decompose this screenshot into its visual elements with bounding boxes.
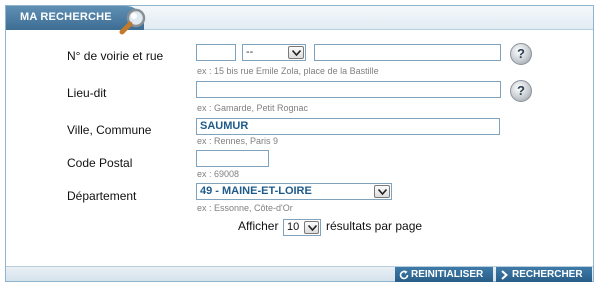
voirie-hint: ex : 15 bis rue Emile Zola, place de la … (197, 66, 379, 76)
lieudit-label: Lieu-dit (67, 86, 107, 100)
panel-title: MA RECHERCHE (20, 11, 112, 23)
per-page-suffix: résultats par page (326, 219, 423, 233)
codepostal-hint: ex : 69008 (197, 169, 240, 179)
per-page-select[interactable]: 10 (283, 219, 321, 236)
per-page-prefix: Afficher (238, 219, 279, 233)
panel-footer: REINITIALISER RECHERCHER (6, 266, 593, 282)
departement-label: Département (67, 189, 137, 203)
city-input[interactable]: SAUMUR (196, 118, 500, 135)
department-value: 49 - MAINE-ET-LOIRE (200, 185, 312, 197)
chevron-down-icon (304, 221, 319, 234)
departement-hint: ex : Essonne, Côte-d'Or (197, 203, 293, 213)
postal-code-input[interactable] (196, 150, 269, 167)
magnifier-icon (119, 7, 149, 35)
street-number-input[interactable] (196, 44, 236, 61)
street-suffix-select[interactable]: -- (242, 44, 306, 61)
search-button[interactable]: RECHERCHER (496, 267, 592, 282)
search-label: RECHERCHER (512, 269, 583, 280)
street-suffix-value: -- (246, 46, 254, 58)
help-icon[interactable]: ? (510, 80, 532, 102)
search-panel: MA RECHERCHE N° de voirie et rue -- ex :… (5, 5, 594, 282)
lieudit-input[interactable] (196, 81, 501, 98)
chevron-right-icon (500, 270, 509, 285)
lieudit-hint: ex : Gamarde, Petit Rognac (197, 103, 309, 113)
chevron-down-icon (374, 185, 390, 198)
panel-header: MA RECHERCHE (6, 6, 593, 35)
chevron-down-icon (288, 46, 304, 59)
help-icon[interactable]: ? (510, 43, 532, 65)
codepostal-label: Code Postal (67, 156, 133, 170)
ville-label: Ville, Commune (67, 123, 152, 137)
reset-label: REINITIALISER (411, 269, 484, 280)
ville-hint: ex : Rennes, Paris 9 (197, 136, 279, 146)
per-page-value: 10 (287, 221, 300, 233)
department-select[interactable]: 49 - MAINE-ET-LOIRE (196, 183, 392, 200)
voirie-label: N° de voirie et rue (67, 49, 164, 63)
street-name-input[interactable] (314, 44, 501, 61)
reset-button[interactable]: REINITIALISER (395, 267, 493, 282)
refresh-icon (399, 270, 409, 285)
